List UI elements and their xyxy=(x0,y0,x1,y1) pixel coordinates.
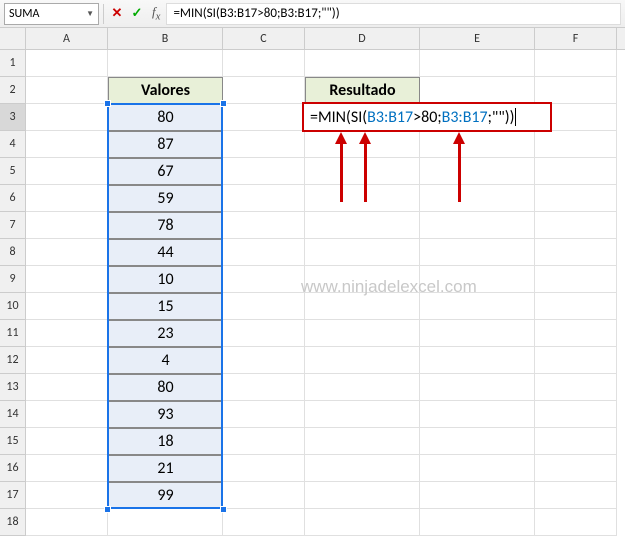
selection-handle[interactable] xyxy=(220,100,227,107)
value-cell[interactable]: 87 xyxy=(108,131,223,158)
value-cell[interactable]: 23 xyxy=(108,320,223,347)
col-header-F[interactable]: F xyxy=(535,28,617,49)
value-cell[interactable]: 15 xyxy=(108,293,223,320)
watermark-text: www.ninjadelexcel.com xyxy=(301,277,477,297)
value-cell[interactable]: 80 xyxy=(108,374,223,401)
value-cell[interactable]: 21 xyxy=(108,455,223,482)
formula-paren: ) xyxy=(510,108,515,127)
value-cell[interactable]: 67 xyxy=(108,158,223,185)
formula-ref: B3:B17 xyxy=(367,108,413,127)
col-header-A[interactable]: A xyxy=(26,28,108,49)
chevron-down-icon[interactable]: ▼ xyxy=(86,9,94,19)
row-header-11[interactable]: 11 xyxy=(0,320,26,347)
value-cell[interactable]: 59 xyxy=(108,185,223,212)
row-header-1[interactable]: 1 xyxy=(0,50,26,77)
value-cell[interactable]: 4 xyxy=(108,347,223,374)
header-resultado[interactable]: Resultado xyxy=(305,77,420,104)
formula-bar-input[interactable]: =MIN(SI(B3:B17>80;B3:B17;"")) xyxy=(166,3,621,25)
row-header-2[interactable]: 2 xyxy=(0,77,26,104)
formula-ref: B3:B17 xyxy=(442,108,488,127)
row-header-18[interactable]: 18 xyxy=(0,509,26,536)
col-header-C[interactable]: C xyxy=(223,28,305,49)
row-headers: 1 2 3 4 5 6 7 8 9 10 11 12 13 14 15 16 1… xyxy=(0,50,26,536)
formula-fn-si: SI xyxy=(351,108,362,127)
formula-str: "" xyxy=(492,108,505,127)
column-headers: A B C D E F xyxy=(0,28,625,50)
selection-handle[interactable] xyxy=(220,506,227,513)
selection-handle[interactable] xyxy=(104,506,111,513)
accept-formula-button[interactable]: ✓ xyxy=(128,3,146,25)
row-header-16[interactable]: 16 xyxy=(0,455,26,482)
value-cell[interactable]: 44 xyxy=(108,239,223,266)
name-box-value: SUMA xyxy=(9,7,39,21)
row-header-17[interactable]: 17 xyxy=(0,482,26,509)
formula-edit-overlay[interactable]: =MIN(SI(B3:B17>80;B3:B17;"")) xyxy=(302,102,552,132)
formula-eq: = xyxy=(310,108,318,127)
value-cell[interactable]: 99 xyxy=(108,482,223,509)
row-header-14[interactable]: 14 xyxy=(0,401,26,428)
col-header-B[interactable]: B xyxy=(108,28,223,49)
value-cell[interactable]: 10 xyxy=(108,266,223,293)
row-header-3[interactable]: 3 xyxy=(0,104,26,131)
row-header-4[interactable]: 4 xyxy=(0,131,26,158)
col-header-E[interactable]: E xyxy=(420,28,535,49)
formula-text: =MIN(SI(B3:B17>80;B3:B17;"")) xyxy=(173,6,339,21)
select-all-corner[interactable] xyxy=(0,28,26,49)
row-header-5[interactable]: 5 xyxy=(0,158,26,185)
selection-handle[interactable] xyxy=(104,100,111,107)
formula-fn-min: MIN xyxy=(318,108,346,127)
spreadsheet-grid: A B C D E F 1 2 3 4 5 6 7 8 9 10 11 12 1… xyxy=(0,28,625,536)
value-cell[interactable]: 93 xyxy=(108,401,223,428)
row-header-8[interactable]: 8 xyxy=(0,239,26,266)
row-header-13[interactable]: 13 xyxy=(0,374,26,401)
cancel-formula-button[interactable]: ✕ xyxy=(108,3,126,25)
header-valores[interactable]: Valores xyxy=(108,77,223,104)
row-header-9[interactable]: 9 xyxy=(0,266,26,293)
row-header-7[interactable]: 7 xyxy=(0,212,26,239)
text-cursor-icon xyxy=(515,108,516,126)
cells-area[interactable]: Valores Resultado 80 87 67 59 78 44 10 15… xyxy=(26,50,625,536)
row-header-15[interactable]: 15 xyxy=(0,428,26,455)
col-header-D[interactable]: D xyxy=(305,28,420,49)
value-cell[interactable]: 80 xyxy=(108,104,223,131)
row-header-10[interactable]: 10 xyxy=(0,293,26,320)
formula-op: > xyxy=(413,108,421,127)
row-header-6[interactable]: 6 xyxy=(0,185,26,212)
value-cell[interactable]: 78 xyxy=(108,212,223,239)
value-cell[interactable]: 18 xyxy=(108,428,223,455)
divider xyxy=(103,4,104,24)
row-header-12[interactable]: 12 xyxy=(0,347,26,374)
fx-icon[interactable]: fx xyxy=(152,4,160,23)
formula-toolbar: SUMA ▼ ✕ ✓ fx =MIN(SI(B3:B17>80;B3:B17;"… xyxy=(0,0,625,28)
name-box[interactable]: SUMA ▼ xyxy=(4,3,99,25)
formula-num: 80 xyxy=(421,108,437,127)
